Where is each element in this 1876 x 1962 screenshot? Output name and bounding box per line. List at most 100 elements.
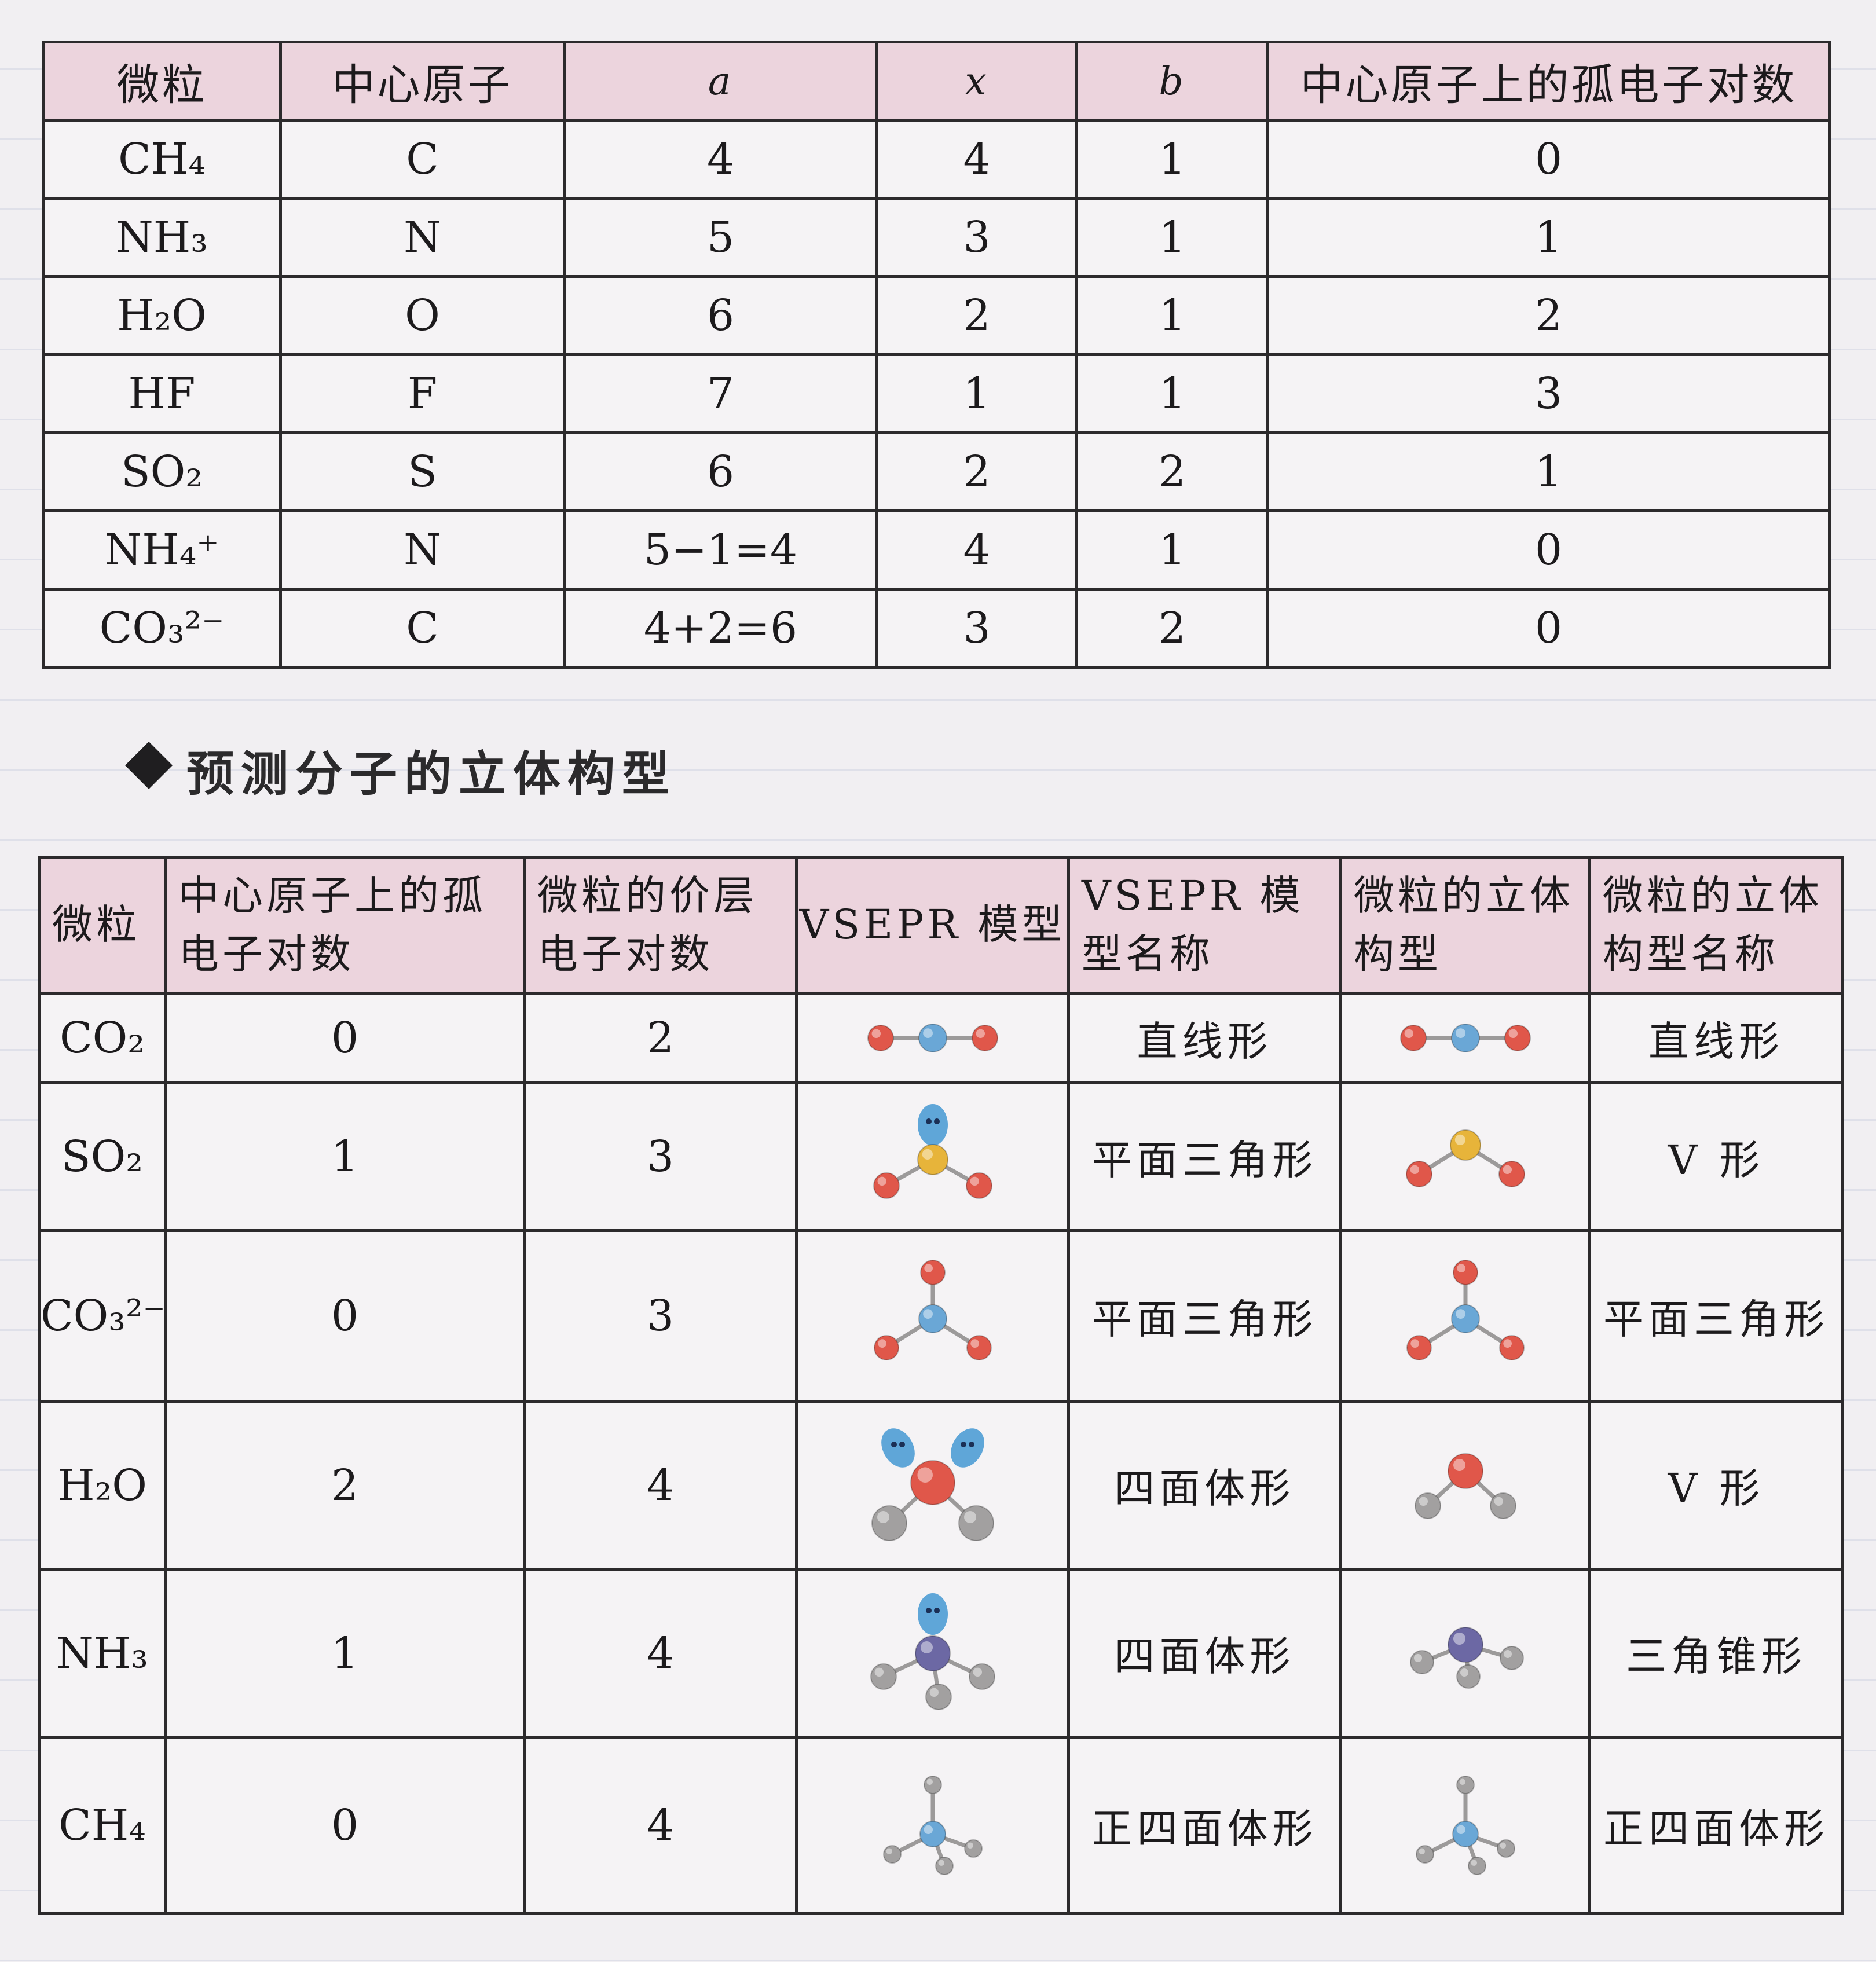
cell-center: N <box>279 509 566 591</box>
cell-lone: 1 <box>1266 197 1831 278</box>
bent-water-icon <box>1414 1453 1516 1519</box>
cell-center: O <box>279 275 566 356</box>
cell-vsepr-name: 四面体形 <box>1067 1400 1342 1571</box>
table2-header-row: 微粒 中心原子上的孤电子对数 微粒的价层电子对数 VSEPR 模型 VSEPR … <box>38 856 1844 995</box>
cell-shape-name: 平面三角形 <box>1588 1229 1844 1403</box>
header-valence-pairs: 微粒的价层电子对数 <box>523 856 798 995</box>
cell-particle: CH₄ <box>38 1736 167 1915</box>
table1-row: HF F 7 1 1 3 <box>42 353 1831 434</box>
cell-valence: 3 <box>523 1229 798 1403</box>
cell-b: 1 <box>1075 353 1269 434</box>
cell-particle: NH₃ <box>38 1568 167 1739</box>
cell-center: C <box>279 119 566 200</box>
cell-vsepr-name: 直线形 <box>1067 992 1342 1084</box>
table2-row: CO₃²⁻ 0 3 平面三角形 平面三角形 <box>38 1229 1844 1403</box>
cell-vsepr-model <box>795 1400 1070 1571</box>
cell-shape-model <box>1339 992 1591 1084</box>
cell-lone: 0 <box>1266 588 1831 669</box>
header-lone-pairs: 中心原子上的孤电子对数 <box>1266 41 1831 122</box>
cell-vsepr-model <box>795 992 1070 1084</box>
cell-x: 2 <box>875 431 1078 512</box>
table1-header-row: 微粒 中心原子 a x b 中心原子上的孤电子对数 <box>42 41 1831 122</box>
cell-particle: NH₃ <box>42 197 282 278</box>
header-vsepr-name: VSEPR 模型名称 <box>1067 856 1342 995</box>
tetrahedral-shape-icon <box>1415 1776 1515 1875</box>
table2-row: SO₂ 1 3 平面三角形 V 形 <box>38 1081 1844 1232</box>
trigonal-pyramidal-icon <box>1409 1626 1524 1689</box>
cell-shape-model <box>1339 1229 1591 1403</box>
molecular-shape-prediction-table: 微粒 中心原子上的孤电子对数 微粒的价层电子对数 VSEPR 模型 VSEPR … <box>38 856 1844 1915</box>
cell-center: N <box>279 197 566 278</box>
cell-a: 6 <box>563 431 878 512</box>
table1-row: H₂O O 6 2 1 2 <box>42 275 1831 356</box>
cell-lone: 2 <box>1266 275 1831 356</box>
table1-row: SO₂ S 6 2 2 1 <box>42 431 1831 512</box>
cell-lone: 1 <box>1266 431 1831 512</box>
table1-row: CO₃²⁻ C 4+2=6 3 2 0 <box>42 588 1831 669</box>
cell-lone: 0 <box>164 1229 526 1403</box>
header-particle: 微粒 <box>42 41 282 122</box>
header-vsepr-model: VSEPR 模型 <box>795 856 1070 995</box>
table1-row: NH₄⁺ N 5−1=4 4 1 0 <box>42 509 1831 591</box>
tetrahedral-two-lone-pairs-icon <box>871 1428 994 1541</box>
cell-vsepr-name: 正四面体形 <box>1067 1736 1342 1915</box>
linear-model-icon <box>867 1024 998 1052</box>
header-center-atom: 中心原子 <box>279 41 566 122</box>
cell-vsepr-model <box>795 1568 1070 1739</box>
cell-center: F <box>279 353 566 434</box>
cell-shape-model <box>1339 1568 1591 1739</box>
cell-b: 1 <box>1075 509 1269 591</box>
tetrahedral-one-lone-pair-icon <box>870 1593 995 1710</box>
cell-particle: H₂O <box>38 1400 167 1571</box>
cell-particle: CH₄ <box>42 119 282 200</box>
cell-lone: 0 <box>164 992 526 1084</box>
cell-a: 7 <box>563 353 878 434</box>
cell-shape-name: 三角锥形 <box>1588 1568 1844 1739</box>
cell-particle: SO₂ <box>42 431 282 512</box>
cell-lone: 1 <box>164 1568 526 1739</box>
cell-x: 1 <box>875 353 1078 434</box>
header-lone-pairs: 中心原子上的孤电子对数 <box>164 856 526 995</box>
cell-vsepr-model <box>795 1081 1070 1232</box>
table2-row: H₂O 2 4 四面体形 V 形 <box>38 1400 1844 1571</box>
cell-valence: 3 <box>523 1081 798 1232</box>
header-shape: 微粒的立体构型 <box>1339 856 1591 995</box>
cell-shape-name: V 形 <box>1588 1400 1844 1571</box>
cell-lone: 2 <box>164 1400 526 1571</box>
cell-b: 2 <box>1075 588 1269 669</box>
cell-vsepr-name: 平面三角形 <box>1067 1081 1342 1232</box>
cell-a: 5−1=4 <box>563 509 878 591</box>
cell-lone: 0 <box>1266 119 1831 200</box>
cell-vsepr-name: 四面体形 <box>1067 1568 1342 1739</box>
cell-valence: 4 <box>523 1400 798 1571</box>
cell-vsepr-model <box>795 1229 1070 1403</box>
cell-particle: HF <box>42 353 282 434</box>
tetrahedral-model-icon <box>882 1776 983 1875</box>
cell-x: 2 <box>875 275 1078 356</box>
cell-center: S <box>279 431 566 512</box>
cell-vsepr-model <box>795 1736 1070 1915</box>
header-b: b <box>1075 41 1269 122</box>
cell-particle: H₂O <box>42 275 282 356</box>
cell-b: 1 <box>1075 197 1269 278</box>
cell-x: 4 <box>875 509 1078 591</box>
cell-b: 1 <box>1075 119 1269 200</box>
table1-row: CH₄ C 4 4 1 0 <box>42 119 1831 200</box>
table2-row: CH₄ 0 4 正四面体形 正四面体形 <box>38 1736 1844 1915</box>
header-x: x <box>875 41 1078 122</box>
section-heading: 预测分子的立体构型 <box>186 747 677 802</box>
header-a: a <box>563 41 878 122</box>
cell-particle: CO₂ <box>38 992 167 1084</box>
diamond-bullet-icon <box>124 741 173 790</box>
cell-shape-name: 正四面体形 <box>1588 1736 1844 1915</box>
cell-lone: 0 <box>164 1736 526 1915</box>
cell-a: 6 <box>563 275 878 356</box>
cell-shape-model <box>1339 1081 1591 1232</box>
cell-lone: 0 <box>1266 509 1831 591</box>
trigonal-planar-shape-icon <box>1406 1260 1525 1360</box>
cell-particle: CO₃²⁻ <box>38 1229 167 1403</box>
cell-x: 4 <box>875 119 1078 200</box>
cell-x: 3 <box>875 588 1078 669</box>
cell-particle: NH₄⁺ <box>42 509 282 591</box>
cell-center: C <box>279 588 566 669</box>
